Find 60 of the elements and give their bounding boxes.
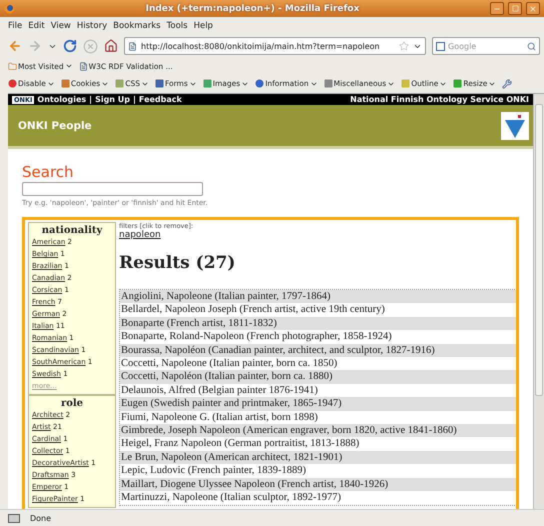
maximize-icon: [512, 5, 518, 12]
site-link[interactable]: Feedback: [138, 95, 182, 104]
menu-item[interactable]: Bookmarks: [113, 20, 161, 30]
wrench-icon[interactable]: [502, 78, 512, 88]
menu-item[interactable]: Help: [194, 20, 213, 30]
results-heading: Results (27): [119, 253, 236, 273]
result-row[interactable]: Maillart, Diogene Ulyssee Napoleon (French artist, 1840-1926): [120, 478, 516, 492]
page-icon: [78, 62, 88, 70]
scrollbar[interactable]: [533, 94, 544, 509]
square-icon: [154, 79, 164, 88]
menu-item[interactable]: Tools: [166, 20, 188, 30]
close-button[interactable]: [526, 2, 540, 15]
menu-item[interactable]: History: [76, 20, 108, 30]
service-name: National Finnish Ontology Service ONKI: [350, 95, 529, 104]
search-engine-icon[interactable]: [436, 42, 445, 50]
page-title: ONKI People: [18, 120, 92, 132]
search-icon[interactable]: [527, 42, 536, 50]
facet-title: nationality: [40, 225, 104, 236]
result-row[interactable]: Coccetti, Napoléon (Italian painter, born ca. 1880): [120, 370, 516, 384]
result-row[interactable]: Delaunois, Alfred (Belgian painter 1876-1941): [120, 384, 516, 398]
search-heading: Search: [22, 163, 75, 181]
address-bar[interactable]: http://localhost:8080/onkitoimija/main.htm?term=napoleon: [124, 37, 426, 55]
square-icon: [115, 79, 124, 88]
status-icon: [8, 514, 20, 522]
site-link[interactable]: Sign Up: [95, 95, 130, 104]
square-icon: [401, 79, 410, 88]
result-row[interactable]: Fiumi, Napoleone G. (Italian artist, born 1898): [120, 410, 516, 424]
result-row[interactable]: Le Brun, Napoleon (American architect, 1821-1901): [120, 450, 516, 464]
menu-item[interactable]: File: [8, 20, 22, 30]
window-title: Index (+term:napoleon+) - Mozilla Firefox: [144, 4, 360, 14]
square-icon: [60, 79, 70, 88]
result-row[interactable]: Gimbrede, Joseph Napoleon (American engraver, born 1820, active 1841-1860): [120, 424, 516, 438]
menu-item[interactable]: View: [50, 20, 71, 30]
separator: |: [133, 95, 136, 104]
square-icon: [453, 79, 462, 88]
caret-icon: [64, 62, 73, 70]
status-text: Done: [30, 514, 52, 522]
minimize-button[interactable]: [490, 2, 504, 15]
square-icon: [202, 79, 212, 88]
separator: |: [89, 95, 92, 104]
onki-logo: [501, 112, 529, 140]
folder-icon: [8, 62, 17, 70]
site-link[interactable]: Ontologies: [37, 95, 86, 104]
reload-button[interactable]: [63, 39, 77, 53]
maximize-button[interactable]: [508, 2, 522, 15]
result-row[interactable]: Eugen (Swedish painter and printmaker, 1865-1947): [120, 397, 516, 411]
square-icon: [324, 79, 333, 88]
result-row[interactable]: Bonaparte (French artist, 1811-1832): [120, 316, 516, 330]
result-row[interactable]: Coccetti, Napoleone (Italian painter, born ca. 1850): [120, 357, 516, 370]
home-button[interactable]: [104, 39, 118, 53]
result-row[interactable]: Bourassa, Napoléon (Canadian painter, architect, and sculptor, 1827-1916): [120, 344, 516, 358]
menu-item[interactable]: Edit: [28, 20, 45, 30]
result-row[interactable]: Angiolini, Napoleone (Italian painter, 1797-1864): [120, 290, 516, 304]
close-icon: [529, 4, 537, 12]
page-icon: [128, 42, 137, 50]
search-input[interactable]: [22, 182, 203, 196]
facet-title: role: [60, 398, 84, 409]
browser-icon: [4, 3, 15, 14]
filter-link[interactable]: napoleon: [119, 230, 516, 240]
star-icon[interactable]: [399, 41, 409, 51]
